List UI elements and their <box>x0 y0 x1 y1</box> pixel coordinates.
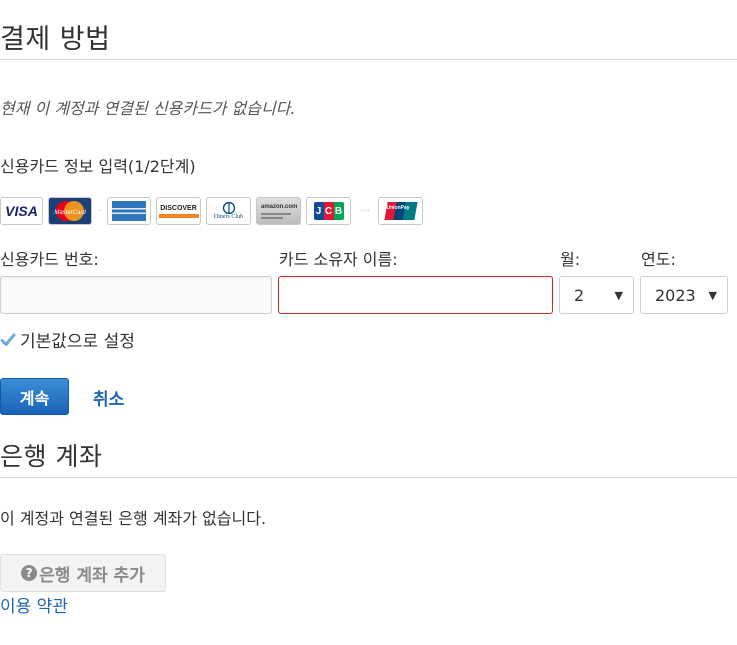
bank-divider <box>0 477 737 478</box>
diners-club-card-icon: Diners Club <box>206 197 251 225</box>
chevron-down-icon: ▼ <box>614 289 623 302</box>
terms-link[interactable]: 이용 약관 <box>0 592 68 617</box>
year-select-value: 2023 <box>655 285 696 305</box>
month-label: 월: <box>560 250 581 269</box>
jcb-card-icon: J C B <box>306 197 351 225</box>
unionpay-card-icon: UnionPay <box>378 197 423 225</box>
month-select[interactable]: 2 ▼ <box>559 276 634 314</box>
card-holder-label: 카드 소유자 이름: <box>279 250 398 269</box>
cancel-link[interactable]: 취소 <box>93 385 124 410</box>
amazon-card-icon: amazon.com <box>256 197 301 225</box>
unionpay-text: UnionPay <box>386 205 410 211</box>
amazon-card-line-2 <box>261 216 283 219</box>
payment-divider <box>0 59 737 60</box>
help-icon: ? <box>21 565 38 581</box>
amex-logo <box>112 201 146 221</box>
set-default-row[interactable]: 기본값으로 설정 <box>0 327 135 352</box>
card-separator-dots: ··· <box>360 205 370 217</box>
mastercard-icon: MasterCard <box>48 197 92 225</box>
visa-card-text: VISA <box>5 203 38 219</box>
continue-button[interactable]: 계속 <box>0 378 69 415</box>
checkmark-icon[interactable] <box>0 332 16 348</box>
payment-method-title: 결제 방법 <box>0 24 111 55</box>
card-number-label: 신용카드 번호: <box>0 250 99 269</box>
diners-club-logo <box>222 202 235 214</box>
visa-card-icon: VISA <box>0 197 43 225</box>
mastercard-logo: MasterCard <box>49 198 91 224</box>
amazon-card-text: amazon.com <box>261 203 298 210</box>
accepted-cards: VISA MasterCard · DISCOVER Diners Club a… <box>0 197 428 225</box>
discover-card-icon: DISCOVER <box>156 197 201 225</box>
amazon-card-line <box>261 212 291 215</box>
card-separator-dot: · <box>98 205 102 217</box>
mastercard-text: MasterCard <box>54 210 86 216</box>
card-number-input[interactable] <box>0 276 272 314</box>
add-bank-account-button[interactable]: ? 은행 계좌 추가 <box>0 554 166 592</box>
year-label: 연도: <box>641 250 676 269</box>
chevron-down-icon: ▼ <box>708 289 717 302</box>
month-select-value: 2 <box>574 285 585 305</box>
bank-account-title: 은행 계좌 <box>0 442 103 471</box>
step-label: 신용카드 정보 입력(1/2단계) <box>0 157 196 176</box>
no-card-notice: 현재 이 계정과 연결된 신용카드가 없습니다. <box>0 99 296 118</box>
diners-club-text: Diners Club <box>213 214 244 220</box>
add-bank-account-label: 은행 계좌 추가 <box>39 565 145 586</box>
year-select[interactable]: 2023 ▼ <box>640 276 728 314</box>
set-default-label: 기본값으로 설정 <box>20 332 135 352</box>
amex-card-icon <box>107 197 151 225</box>
card-holder-input[interactable] <box>278 276 553 314</box>
jcb-logo: J C B <box>313 202 344 220</box>
discover-card-text: DISCOVER <box>160 204 197 212</box>
payment-settings-page: 결제 방법 현재 이 계정과 연결된 신용카드가 없습니다. 신용카드 정보 입… <box>0 0 737 645</box>
discover-stripe <box>158 213 199 218</box>
unionpay-logo: UnionPay <box>383 202 418 220</box>
no-bank-notice: 이 계정과 연결된 은행 계좌가 없습니다. <box>0 509 267 528</box>
